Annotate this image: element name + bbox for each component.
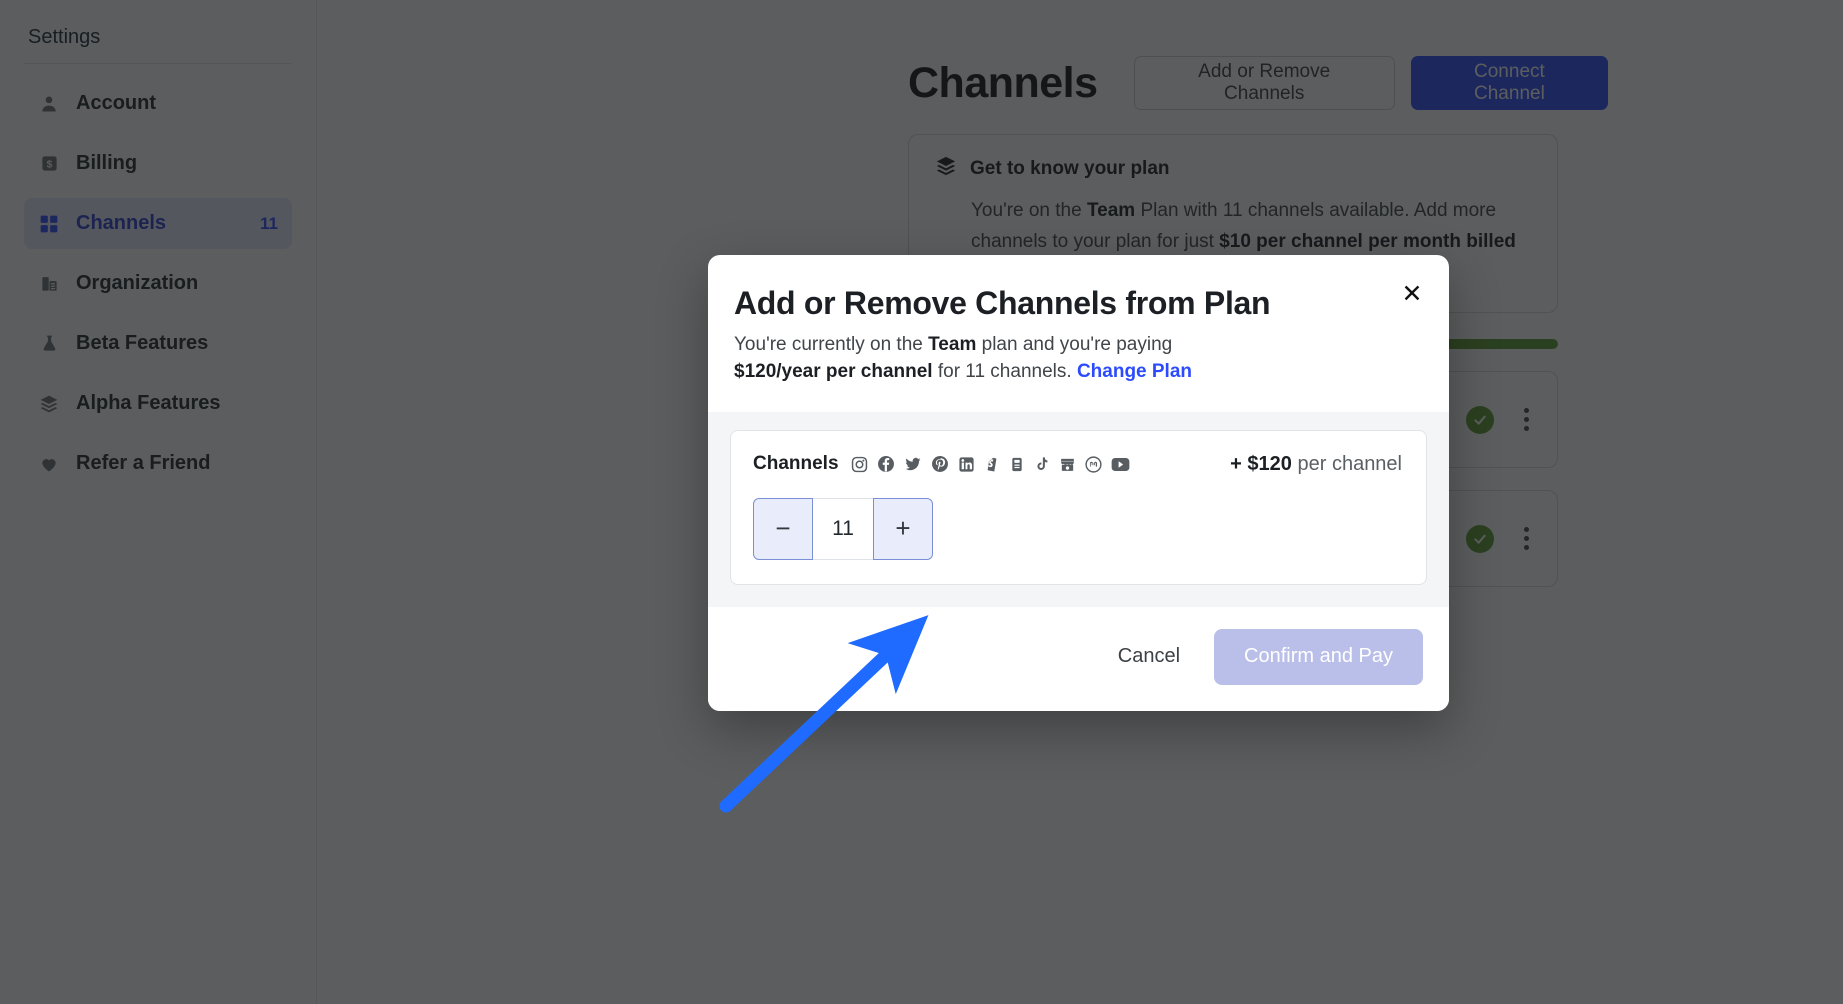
google-business-icon — [1059, 456, 1076, 473]
decrease-channels-button[interactable]: − — [753, 497, 813, 560]
close-icon[interactable]: ✕ — [1395, 277, 1429, 311]
add-remove-channels-modal: ✕ Add or Remove Channels from Plan You'r… — [708, 255, 1449, 711]
platform-icons-row — [851, 455, 1130, 473]
youtube-icon — [1111, 457, 1130, 472]
increase-channels-button[interactable]: + — [873, 497, 933, 560]
price-suffix: per channel — [1291, 452, 1402, 475]
mastodon-icon — [1084, 456, 1102, 473]
per-channel-price: + $120 per channel — [1230, 453, 1402, 476]
confirm-and-pay-button[interactable]: Confirm and Pay — [1214, 628, 1423, 685]
shopify-icon — [984, 455, 1000, 473]
channel-quantity-selector: Channels + $120 per channel − 11 + — [730, 429, 1427, 585]
linkedin-icon — [958, 456, 975, 473]
facebook-icon — [877, 455, 895, 473]
cancel-button[interactable]: Cancel — [1094, 630, 1204, 684]
screen: Settings Account $ Billing Channels 1 — [0, 0, 1843, 1004]
instagram-icon — [851, 456, 868, 473]
modal-plan-name: Team — [928, 334, 977, 355]
modal-price: $120/year per channel — [734, 360, 933, 382]
channel-quantity-stepper[interactable]: − 11 + — [753, 497, 933, 560]
pinterest-icon — [931, 455, 949, 473]
modal-subtitle: You're currently on the Team plan and yo… — [734, 332, 1234, 386]
channel-quantity-value[interactable]: 11 — [813, 497, 873, 560]
modal-title: Add or Remove Channels from Plan — [734, 285, 1271, 321]
start-page-icon — [1009, 456, 1025, 473]
modal-sub-part-3: for 11 channels. — [932, 360, 1077, 382]
price-prefix: + — [1230, 452, 1248, 475]
modal-footer: Cancel Confirm and Pay — [708, 606, 1449, 711]
price-amount: $120 — [1247, 452, 1292, 475]
modal-sub-part-1: You're currently on the — [734, 334, 929, 355]
tiktok-icon — [1034, 455, 1050, 473]
modal-sub-part-2: plan and you're paying — [976, 334, 1173, 355]
twitter-icon — [904, 455, 922, 473]
change-plan-link[interactable]: Change Plan — [1077, 361, 1192, 382]
modal-body: Channels + $120 per channel − 11 + — [708, 411, 1449, 607]
channels-label: Channels — [753, 453, 839, 475]
